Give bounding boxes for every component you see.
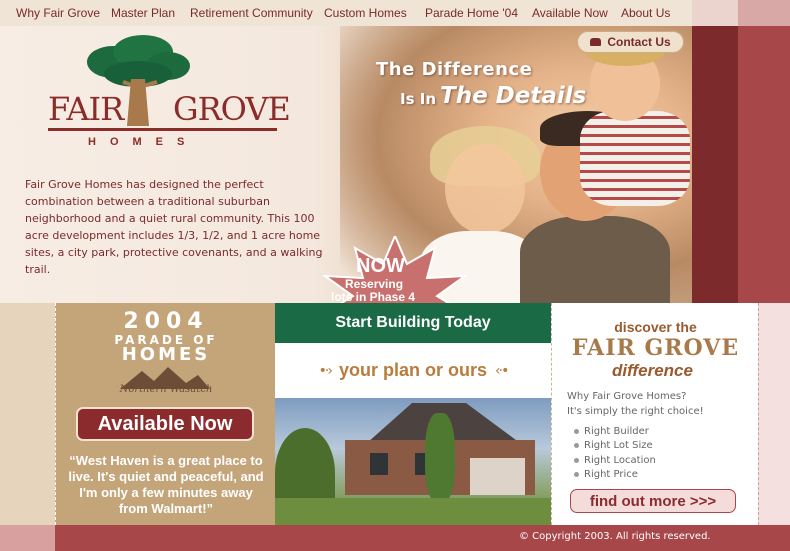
right-margin-strip: [758, 303, 790, 525]
arrow-left-icon: ‹·•: [495, 362, 509, 379]
footer-left-block: [0, 525, 55, 551]
hero-banner: FAIR GROVE HOMES Contact Us The Differen…: [0, 26, 692, 303]
why-answer: It's simply the right choice!: [567, 406, 704, 417]
copyright-text: © Copyright 2003. All rights reserved.: [519, 531, 711, 542]
logo-word-fair: FAIR: [48, 90, 124, 128]
parade-panel: 2004 PARADE OF HOMES Northern Wasatch Av…: [55, 303, 275, 525]
nav-why-fair-grove[interactable]: Why Fair Grove: [16, 6, 100, 20]
left-margin-strip: [0, 303, 55, 525]
start-building-button[interactable]: Start Building Today: [275, 303, 551, 343]
bullet-icon: [574, 472, 579, 478]
parade-year: 2004: [123, 309, 209, 334]
logo-homes: HOMES: [88, 136, 199, 148]
arrow-right-icon: •·›: [318, 362, 333, 379]
logo-divider: [48, 128, 277, 131]
testimonial-quote: “West Haven is a great place to live. It…: [68, 453, 264, 516]
discover-panel: discover the FAIR GROVE difference Why F…: [551, 303, 758, 525]
logo-word-grove: GROVE: [173, 90, 291, 128]
nav-accent-block: [692, 0, 738, 26]
contact-us-label: Contact Us: [607, 35, 671, 49]
discover-brand: FAIR GROVE: [571, 335, 740, 361]
list-item: Right Location: [574, 453, 656, 468]
plan-link[interactable]: •·› your plan or ours ‹·•: [275, 343, 551, 398]
starburst-phase: lots in Phase 4: [331, 290, 416, 303]
why-question: Why Fair Grove Homes?: [567, 391, 687, 402]
tagline-line1: The Difference: [376, 59, 533, 80]
plan-label: your plan or ours: [338, 360, 488, 380]
list-item: Right Lot Size: [574, 439, 656, 454]
discover-difference: difference: [612, 361, 693, 380]
list-item: Right Builder: [574, 424, 656, 439]
nav-custom-homes[interactable]: Custom Homes: [324, 6, 407, 20]
reasons-list: Right Builder Right Lot Size Right Locat…: [574, 424, 656, 482]
bullet-icon: [574, 428, 579, 434]
contact-us-button[interactable]: Contact Us: [577, 31, 684, 53]
right-band-rose: [738, 26, 790, 303]
house-photo: [275, 398, 551, 525]
right-band-dark: [692, 26, 738, 303]
tagline-the-details: The Details: [440, 83, 587, 109]
starburst-reserving: Reserving: [345, 277, 404, 291]
nav-accent-block-right: [738, 0, 790, 26]
phone-icon: [590, 38, 602, 46]
northern-wasatch-logo: Northern Wasatch: [119, 384, 213, 395]
discover-heading: discover the: [614, 319, 697, 335]
bullet-icon: [574, 443, 579, 449]
nav-master-plan[interactable]: Master Plan: [111, 6, 175, 20]
intro-paragraph: Fair Grove Homes has designed the perfec…: [25, 178, 323, 276]
top-nav: Why Fair Grove Master Plan Retirement Co…: [0, 0, 790, 26]
nav-about-us[interactable]: About Us: [621, 6, 670, 20]
nav-retirement-community[interactable]: Retirement Community: [190, 6, 313, 20]
list-item: Right Price: [574, 468, 656, 483]
nav-available-now[interactable]: Available Now: [532, 6, 608, 20]
tagline-is-in: Is In: [400, 90, 436, 108]
find-out-more-button[interactable]: find out more >>>: [570, 489, 736, 513]
starburst-now: NOW: [356, 255, 405, 277]
fair-grove-logo[interactable]: FAIR GROVE HOMES: [48, 34, 291, 152]
nav-parade-home[interactable]: Parade Home '04: [425, 6, 518, 20]
available-now-button[interactable]: Available Now: [76, 407, 254, 441]
parade-homes: HOMES: [121, 344, 211, 365]
bullet-icon: [574, 457, 579, 463]
